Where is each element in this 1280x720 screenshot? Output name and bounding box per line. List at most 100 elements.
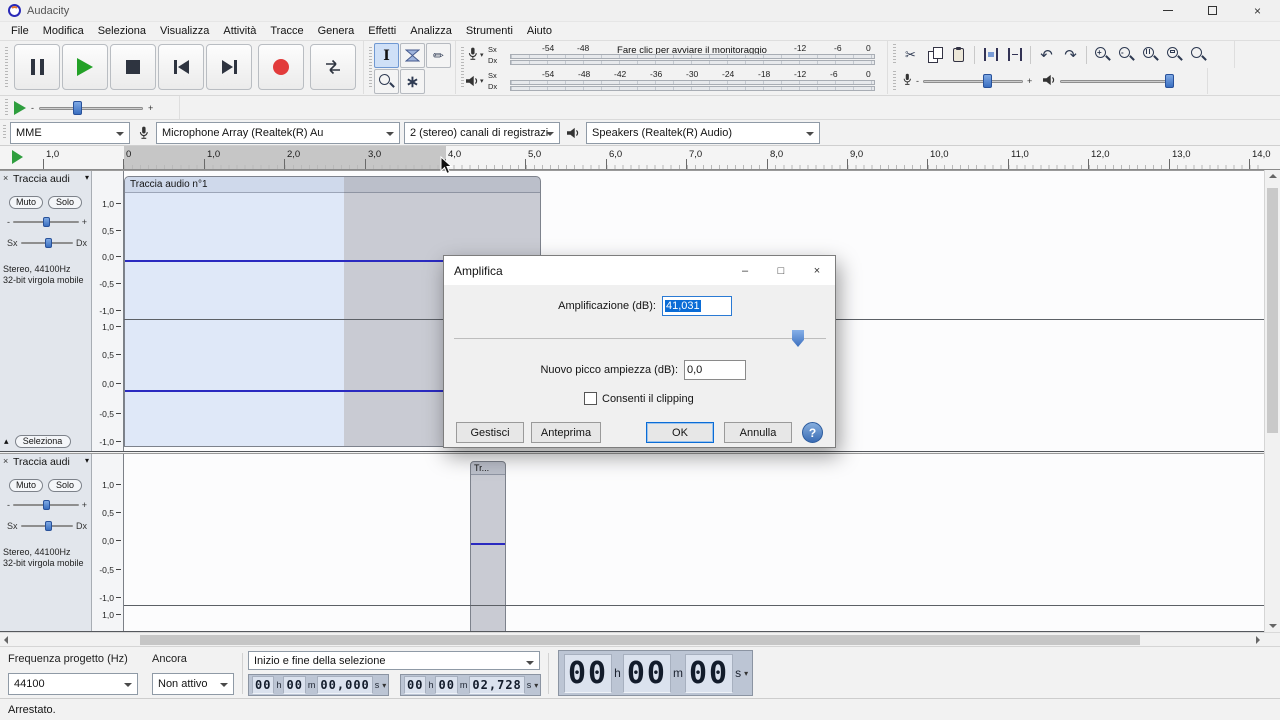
- menu-aiuto[interactable]: Aiuto: [520, 22, 559, 40]
- ok-button[interactable]: OK: [646, 422, 714, 443]
- playback-device-select[interactable]: Speakers (Realtek(R) Audio): [586, 122, 820, 144]
- help-button[interactable]: ?: [802, 422, 823, 443]
- track-pan-slider[interactable]: [21, 520, 73, 532]
- undo-button[interactable]: ↶: [1035, 43, 1058, 66]
- paste-button[interactable]: [947, 43, 970, 66]
- chevron-down-icon[interactable]: ▾: [480, 51, 488, 59]
- audio-clip[interactable]: Tr...: [470, 461, 506, 632]
- recording-device-select[interactable]: Microphone Array (Realtek(R) Au: [156, 122, 400, 144]
- slider-thumb[interactable]: [73, 101, 82, 115]
- slider-thumb[interactable]: [45, 521, 52, 531]
- menu-file[interactable]: File: [4, 22, 36, 40]
- loop-button[interactable]: [310, 44, 356, 90]
- redo-button[interactable]: ↷: [1059, 43, 1082, 66]
- toolbar-grip[interactable]: [369, 47, 372, 87]
- cut-button[interactable]: ✂: [899, 43, 922, 66]
- track-pan-slider[interactable]: [21, 237, 73, 249]
- toolbar-grip[interactable]: [5, 47, 8, 87]
- menu-tracce[interactable]: Tracce: [263, 22, 310, 40]
- slider-thumb[interactable]: [43, 217, 50, 227]
- playback-volume-slider[interactable]: [1060, 73, 1170, 89]
- track-2-waveform-area[interactable]: Tr...: [124, 454, 1264, 631]
- copy-button[interactable]: [923, 43, 946, 66]
- solo-button[interactable]: Solo: [48, 196, 82, 209]
- skip-to-end-button[interactable]: [206, 44, 252, 90]
- amplification-slider[interactable]: [454, 330, 826, 348]
- vertical-scrollbar[interactable]: [1264, 170, 1280, 632]
- toolbar-grip[interactable]: [893, 44, 896, 65]
- toolbar-grip[interactable]: [5, 99, 8, 117]
- recording-meter[interactable]: ▾ SxDx -54 -48 Fare clic per avviare il …: [464, 42, 883, 67]
- horizontal-scrollbar[interactable]: [0, 632, 1280, 646]
- toolbar-grip[interactable]: [3, 125, 6, 140]
- slider-thumb[interactable]: [1165, 74, 1174, 88]
- audio-host-select[interactable]: MME: [10, 122, 130, 144]
- selection-end-time[interactable]: 00h 00m 02,728s ▾: [400, 674, 541, 696]
- track-gain-slider[interactable]: [13, 499, 79, 511]
- zoom-selection-button[interactable]: [1139, 43, 1162, 66]
- pause-button[interactable]: [14, 44, 60, 90]
- track-gain-slider[interactable]: [13, 216, 79, 228]
- window-close-button[interactable]: ×: [1235, 0, 1280, 21]
- slider-thumb[interactable]: [43, 500, 50, 510]
- scrollbar-thumb[interactable]: [140, 635, 1140, 645]
- play-speed-slider[interactable]: [39, 100, 143, 116]
- track-close-button[interactable]: ×: [3, 173, 8, 183]
- playback-meter[interactable]: ▾ SxDx -54 -48 -42 -36 -30 -24 -18 -12 -…: [464, 68, 883, 93]
- track-title-dropdown[interactable]: Traccia audi▾: [13, 456, 89, 468]
- menu-visualizza[interactable]: Visualizza: [153, 22, 216, 40]
- chevron-down-icon[interactable]: ▾: [480, 77, 488, 85]
- project-rate-select[interactable]: 44100: [8, 673, 138, 695]
- envelope-tool-button[interactable]: [400, 43, 425, 68]
- trim-outside-selection-button[interactable]: [979, 43, 1002, 66]
- track-close-button[interactable]: ×: [3, 456, 8, 466]
- selection-start-time[interactable]: 00h 00m 00,000s ▾: [248, 674, 389, 696]
- skip-to-start-button[interactable]: [158, 44, 204, 90]
- draw-tool-button[interactable]: ✏: [426, 43, 451, 68]
- chevron-down-icon[interactable]: ▾: [534, 681, 538, 690]
- snap-select[interactable]: Non attivo: [152, 673, 234, 695]
- track-title-dropdown[interactable]: Traccia audi▾: [13, 173, 89, 185]
- select-track-button[interactable]: Seleziona: [15, 435, 71, 448]
- play-at-speed-button[interactable]: [14, 101, 26, 115]
- zoom-fit-button[interactable]: [1163, 43, 1186, 66]
- zoom-toggle-button[interactable]: [1187, 43, 1210, 66]
- chevron-down-icon[interactable]: ▾: [744, 669, 748, 678]
- window-minimize-button[interactable]: [1145, 0, 1190, 21]
- slider-thumb[interactable]: [45, 238, 52, 248]
- stop-button[interactable]: [110, 44, 156, 90]
- record-button[interactable]: [258, 44, 304, 90]
- dialog-close-button[interactable]: ×: [799, 256, 835, 285]
- solo-button[interactable]: Solo: [48, 479, 82, 492]
- playback-meter-scale[interactable]: -54 -48 -42 -36 -30 -24 -18 -12 -6 0: [502, 68, 883, 93]
- menu-strumenti[interactable]: Strumenti: [459, 22, 520, 40]
- cancel-button[interactable]: Annulla: [724, 422, 792, 443]
- menu-attivita[interactable]: Attività: [216, 22, 263, 40]
- recording-volume-slider[interactable]: [923, 73, 1023, 89]
- allow-clipping-checkbox[interactable]: [584, 392, 597, 405]
- mute-button[interactable]: Muto: [9, 479, 43, 492]
- selection-tool-button[interactable]: I: [374, 43, 399, 68]
- chevron-down-icon[interactable]: ▾: [382, 681, 386, 690]
- menu-seleziona[interactable]: Seleziona: [91, 22, 153, 40]
- play-head-pin-icon[interactable]: [12, 150, 23, 164]
- amplification-input[interactable]: 41,031: [662, 296, 732, 316]
- multi-tool-button[interactable]: ∗: [400, 69, 425, 94]
- vertical-scale-ruler[interactable]: 1,0 0,5 0,0 -0,5 -1,0 1,0: [92, 454, 124, 631]
- menu-analizza[interactable]: Analizza: [403, 22, 459, 40]
- audio-position-time[interactable]: 00h 00m 00s ▾: [558, 650, 753, 696]
- silence-selection-button[interactable]: [1003, 43, 1026, 66]
- manage-button[interactable]: Gestisci: [456, 422, 524, 443]
- preview-button[interactable]: Anteprima: [531, 422, 601, 443]
- timeline-ruler[interactable]: 1,0 0 1,0 2,0 3,0 4,0 5,0 6,0 7,0 8,0 9,…: [0, 146, 1280, 170]
- recording-channels-select[interactable]: 2 (stereo) canali di registrazi: [404, 122, 560, 144]
- slider-thumb[interactable]: [792, 330, 804, 347]
- zoom-in-button[interactable]: +: [1091, 43, 1114, 66]
- vertical-scale-ruler[interactable]: 1,0 0,5 0,0 -0,5 -1,0 1,0 0,5 0,0 -0,5 -…: [92, 171, 124, 451]
- slider-thumb[interactable]: [983, 74, 992, 88]
- play-button[interactable]: [62, 44, 108, 90]
- menu-effetti[interactable]: Effetti: [361, 22, 403, 40]
- selection-range-mode-select[interactable]: Inizio e fine della selezione: [248, 651, 540, 670]
- menu-modifica[interactable]: Modifica: [36, 22, 91, 40]
- clip-header[interactable]: Traccia audio n°1: [125, 177, 540, 193]
